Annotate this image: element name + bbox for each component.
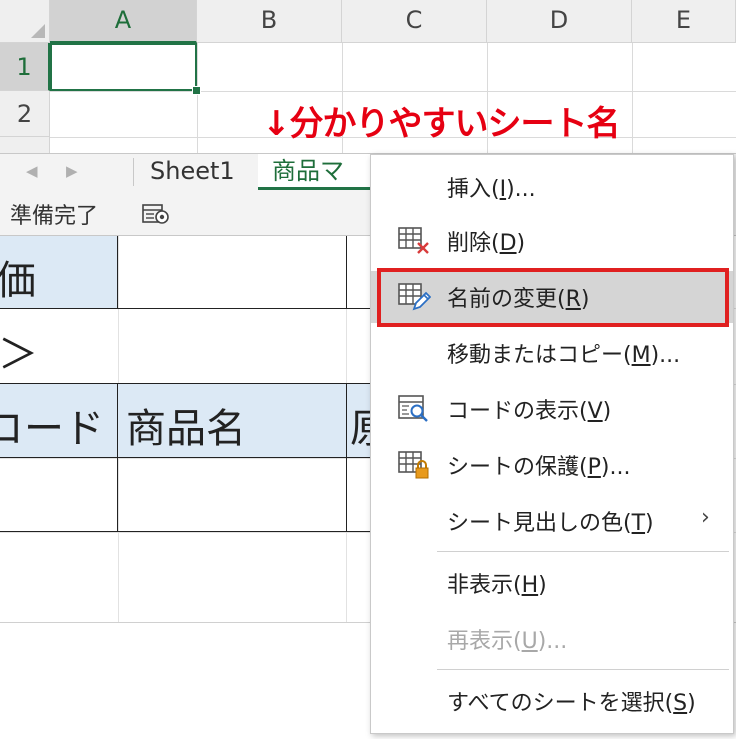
- menu-item-view-code[interactable]: コードの表示(V): [371, 383, 733, 435]
- menu-insert-label: 挿入(I)...: [447, 177, 536, 202]
- protect-sheet-icon: [398, 451, 429, 479]
- tab-next-arrow-icon[interactable]: ▶: [66, 162, 78, 180]
- menu-item-select-all-sheets[interactable]: すべてのシートを選択(S): [371, 675, 733, 727]
- menu-protect-sheet-label: シートの保護(P)...: [447, 455, 631, 480]
- tab-active-sheet[interactable]: 商品マス: [258, 154, 370, 190]
- column-header-c[interactable]: C: [342, 0, 487, 43]
- menu-item-hide[interactable]: 非表示(H): [371, 557, 733, 609]
- menu-item-insert[interactable]: 挿入(I)...: [371, 161, 733, 213]
- menu-move-copy-label: 移動またはコピー(M)...: [447, 343, 681, 368]
- menu-item-delete[interactable]: 削除(D): [371, 215, 733, 267]
- row-header-3[interactable]: [0, 137, 50, 154]
- menu-tab-color-label: シート見出しの色(T): [447, 511, 654, 536]
- menu-view-code-label: コードの表示(V): [447, 399, 612, 424]
- menu-item-unhide: 再表示(U)...: [371, 613, 733, 665]
- menu-item-tab-color[interactable]: シート見出しの色(T) ›: [371, 495, 733, 547]
- cell-bracket-text: ＞: [0, 332, 38, 378]
- tab-sheet1[interactable]: Sheet1: [136, 154, 249, 190]
- sheet-tab-context-menu: 挿入(I)... 削除(D) 名前の変更(R) 移動またはコピー(M)... コ…: [370, 154, 734, 734]
- annotation-text: ↓分かりやすいシート名: [262, 104, 620, 144]
- column-header-d[interactable]: D: [487, 0, 632, 43]
- cell-product-name-value[interactable]: [117, 457, 347, 532]
- menu-item-protect-sheet[interactable]: シートの保護(P)...: [371, 439, 733, 491]
- status-ready-text: 準備完了: [10, 204, 99, 229]
- row-header-1[interactable]: 1: [0, 43, 50, 91]
- menu-select-all-sheets-label: すべてのシートを選択(S): [447, 691, 696, 716]
- cell-code-text: コード: [0, 406, 104, 452]
- worksheet-grid-top: A B C D E 1 2 ↓分かりやすいシート名: [0, 0, 736, 154]
- rename-highlight-box: [377, 268, 729, 327]
- menu-hide-label: 非表示(H): [447, 573, 547, 598]
- delete-sheet-icon: [398, 227, 429, 254]
- column-header-a[interactable]: A: [50, 0, 197, 43]
- column-header-e[interactable]: E: [632, 0, 736, 43]
- submenu-arrow-icon: ›: [701, 505, 710, 530]
- column-header-b[interactable]: B: [197, 0, 342, 43]
- select-all-corner[interactable]: [0, 0, 50, 43]
- cell-product-name-text: 商品名: [126, 406, 246, 452]
- cell-price-text: 価: [0, 258, 36, 304]
- cell-code-value[interactable]: [0, 457, 118, 532]
- status-macro-icon[interactable]: [142, 203, 170, 225]
- cell-price-value[interactable]: [117, 236, 347, 309]
- menu-delete-label: 削除(D): [447, 231, 526, 256]
- menu-item-move-copy[interactable]: 移動またはコピー(M)...: [371, 327, 733, 379]
- fill-handle[interactable]: [192, 86, 201, 95]
- cell-origin-text: 原: [350, 396, 370, 454]
- active-cell-a1[interactable]: [50, 43, 197, 91]
- menu-unhide-label: 再表示(U)...: [447, 629, 568, 654]
- row-header-2[interactable]: 2: [0, 91, 50, 137]
- tab-prev-arrow-icon[interactable]: ◀: [26, 162, 38, 180]
- view-code-icon: [398, 395, 428, 422]
